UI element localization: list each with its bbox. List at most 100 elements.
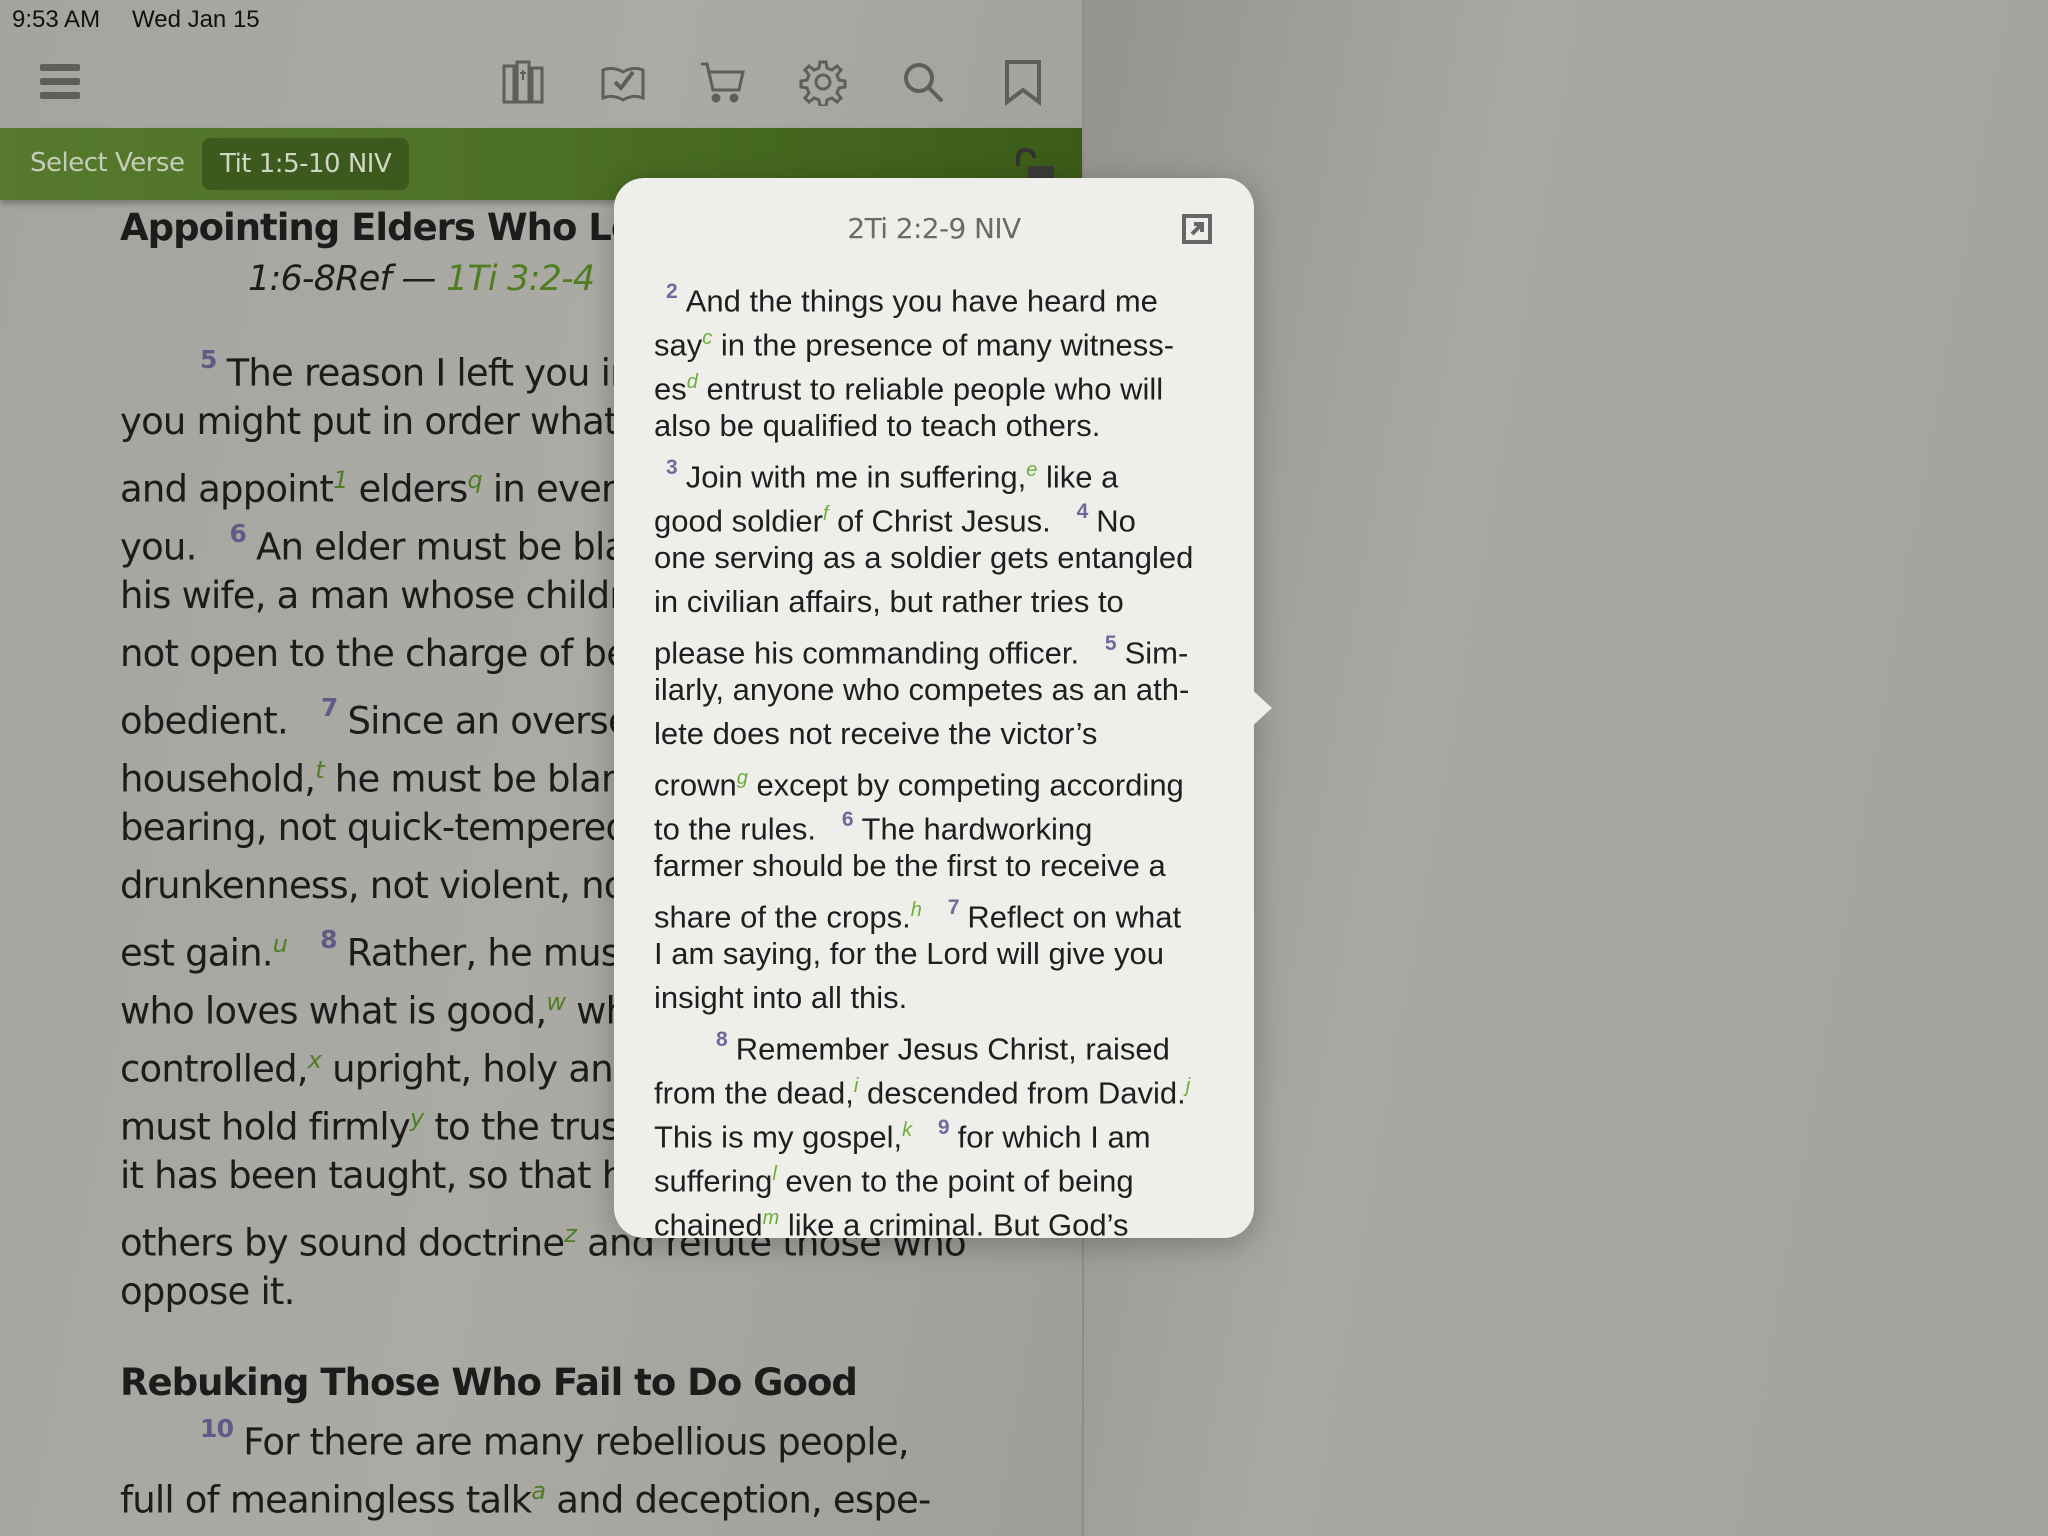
verse-number[interactable]: 3 [666,456,678,479]
verse-number[interactable]: 4 [1077,500,1089,523]
footnote-marker[interactable]: c [702,327,712,349]
verse-number[interactable]: 7 [321,693,338,722]
footnote-marker[interactable]: k [902,1119,912,1141]
popup-line: lete does not receive the victor’s [654,712,1234,756]
footnote-marker[interactable]: 1 [333,466,348,494]
verse-text: not open to the charge of be [120,632,629,675]
current-reference-button[interactable]: Tit 1:5-10 NIV [202,138,410,190]
footnote-marker[interactable]: h [911,899,922,921]
popup-line: please his commanding officer. 5 Sim- [654,624,1234,671]
verse-number[interactable]: 10 [200,1414,234,1443]
verse-number[interactable]: 5 [1105,632,1117,655]
popup-line: one serving as a soldier gets entangled [654,536,1234,580]
verse-text: one serving as a soldier gets entangled [654,540,1194,575]
verse-text: descended from David. [858,1075,1186,1111]
popup-line: sufferingl even to the point of being [654,1152,1234,1199]
verse-text: Reflect on what [967,899,1182,935]
search-button[interactable] [897,58,949,110]
select-verse-button[interactable]: Select Verse [30,148,185,178]
verse-text: I am saying, for the Lord will give you [654,936,1165,971]
store-button[interactable] [697,58,749,110]
verse-text: elders [347,467,469,511]
verse-text: except by competing according [747,767,1184,803]
reading-plan-button[interactable] [597,58,649,110]
verse-text: chained [654,1207,763,1238]
verse-text: and deception, espe- [545,1478,931,1522]
popup-line: ilarly, anyone who competes as an ath- [654,668,1234,712]
bookmark-button[interactable] [997,58,1049,110]
popup-line: esd entrust to reliable people who will [654,360,1234,406]
footnote-marker[interactable]: d [687,371,698,393]
bookmark-icon [999,58,1047,111]
verse-text: others by sound doctrine [120,1221,565,1265]
verse-text: for which I am [957,1119,1151,1155]
footnote-marker[interactable]: u [273,930,288,958]
verse-number[interactable]: 9 [938,1116,950,1139]
verse-text: household, [120,757,316,801]
verse-text: And the things you have heard me [685,283,1158,319]
menu-button[interactable] [34,58,86,110]
footnote-marker[interactable]: a [531,1477,546,1505]
verse-text: The hardworking [861,811,1093,847]
verse-text: his wife, a man whose childr [120,574,625,617]
popup-line: sayc in the presence of many witness- [654,316,1234,363]
verse-number[interactable]: 2 [666,280,678,303]
verse-text: crown [654,767,737,803]
library-button[interactable] [498,58,550,110]
verse-text: bearing, not quick-tempered [120,806,629,849]
popup-line: to the rules. 6 The hardworking [654,800,1234,847]
verse-number[interactable]: 6 [842,808,854,831]
verse-text: The reason I left you in [226,351,634,395]
footnote-marker[interactable]: j [1186,1075,1190,1097]
verse-text: like a criminal. But God’s [779,1207,1129,1238]
open-external-button[interactable] [1182,214,1212,244]
verse-number[interactable]: 7 [948,896,960,919]
footnote-marker[interactable]: y [410,1104,424,1132]
cart-icon [699,58,747,111]
footnote-marker[interactable]: q [468,466,483,494]
verse-number[interactable]: 5 [200,345,217,374]
footnote-marker[interactable]: w [546,988,566,1016]
verse-number[interactable]: 6 [229,519,246,548]
verse-text: say [654,327,703,363]
settings-icon [799,58,847,111]
footnote-marker[interactable]: x [308,1046,322,1074]
main-toolbar [0,40,1082,128]
footnote-marker[interactable]: m [763,1207,780,1229]
verse-text: This is my gospel, [654,1119,903,1155]
popup-line: from the dead,i descended from David.j [654,1064,1234,1111]
verse-text: even to the point of being [776,1163,1134,1199]
xref-link[interactable]: 1Ti 3:2-4 [446,259,595,299]
footnote-marker[interactable]: e [1026,459,1037,481]
verse-text: drunkenness, not violent, no [120,864,626,907]
footnote-marker[interactable]: t [315,756,324,784]
verse-text: please his commanding officer. [654,635,1080,671]
verse-text: full of meaningless talk [120,1478,532,1522]
verse-text: you. [120,525,197,569]
footnote-marker[interactable]: g [737,767,748,789]
popup-line: 3 Join with me in suffering,e like a [654,448,1234,495]
library-icon [500,58,548,111]
verse-number[interactable]: 8 [716,1028,728,1051]
verse-text: Join with me in suffering, [685,459,1027,495]
verse-text: of Christ Jesus. [828,503,1051,539]
verse-text: also be qualified to teach others. [654,408,1101,443]
verse-text: obedient. [120,699,289,743]
verse-text: like a [1037,459,1119,495]
verse-text: Remember Jesus Christ, raised [735,1031,1170,1067]
verse-text: insight into all this. [654,980,908,1015]
xref-prefix: 1:6-8Ref — [248,259,446,299]
verse-preview-popup: 2Ti 2:2-9 NIV 2 And the things you have h… [614,178,1254,1238]
verse-number[interactable]: 8 [320,925,337,954]
verse-text: For there are many rebellious people, [243,1420,909,1464]
footnote-marker[interactable]: z [564,1220,577,1248]
settings-button[interactable] [797,58,849,110]
verse-text: Sim- [1124,635,1189,671]
verse-text: good soldier [654,503,823,539]
